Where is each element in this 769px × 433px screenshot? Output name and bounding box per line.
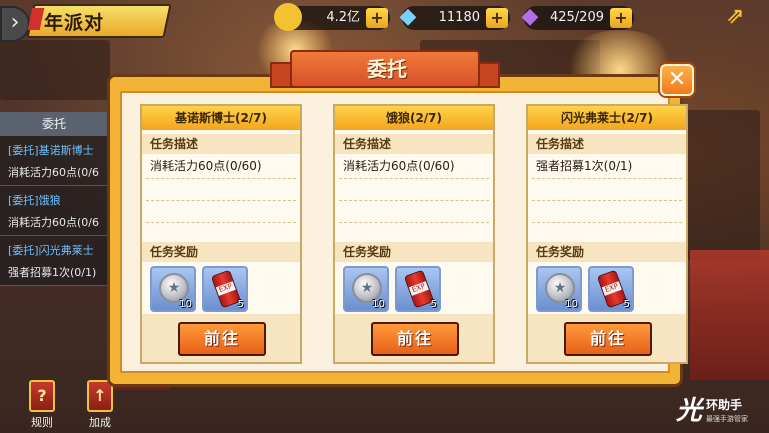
- left-task-progress: 消耗活力60点(0/6: [8, 166, 99, 179]
- reward-energy-can[interactable]: EXP 5: [395, 266, 441, 312]
- watermark-sub: 最强手游管家: [706, 415, 748, 423]
- dialog-title-ribbon: 委托: [290, 50, 480, 88]
- bonus-button[interactable]: ↑ 加成: [80, 380, 120, 429]
- divider: [532, 178, 682, 179]
- task-desc-text: 强者招募1次(0/1): [536, 159, 633, 173]
- task-desc-label: 任务描述: [528, 134, 686, 154]
- reward-qty: 10: [372, 299, 385, 310]
- diamond-value: 11180: [438, 10, 480, 25]
- commission-card: 闪光弗莱士(2/7) 任务描述 强者招募1次(0/1) 任务奖励 ★ 10 EX…: [526, 104, 688, 364]
- reward-qty: 10: [565, 299, 578, 310]
- add-gold-button[interactable]: +: [366, 8, 388, 28]
- left-task-item[interactable]: [委托]基诺斯博士 消耗活力60点(0/6: [0, 136, 108, 186]
- task-desc-text: 消耗活力60点(0/60): [150, 159, 262, 173]
- left-task-item[interactable]: [委托]饿狼 消耗活力60点(0/6: [0, 186, 108, 236]
- gold-value: 4.2亿: [326, 10, 360, 25]
- currency-crystal: ◆ 425/209 +: [522, 4, 634, 30]
- go-button[interactable]: 前往: [371, 322, 459, 356]
- left-task-progress: 强者招募1次(0/1): [8, 266, 97, 279]
- reward-qty: 10: [179, 299, 192, 310]
- go-button[interactable]: 前往: [178, 322, 266, 356]
- left-task-title: [委托]闪光弗莱士: [8, 244, 94, 257]
- left-panel-header: 委托: [0, 112, 108, 136]
- reward-silver-coin[interactable]: ★ 10: [150, 266, 196, 312]
- divider: [146, 178, 296, 179]
- reward-qty: 5: [623, 299, 630, 310]
- watermark-text: 环助手: [706, 398, 743, 412]
- left-task-item[interactable]: [委托]闪光弗莱士 强者招募1次(0/1): [0, 236, 108, 286]
- gold-coin-icon: [274, 3, 302, 31]
- reward-silver-coin[interactable]: ★ 10: [536, 266, 582, 312]
- left-task-progress: 消耗活力60点(0/6: [8, 216, 99, 229]
- card-character-name: 饿狼(2/7): [335, 106, 493, 130]
- currency-gold: 4.2亿 +: [274, 3, 390, 31]
- left-task-panel: 委托 [委托]基诺斯博士 消耗活力60点(0/6 [委托]饿狼 消耗活力60点(…: [0, 112, 108, 286]
- card-character-name: 基诺斯博士(2/7): [142, 106, 300, 130]
- divider: [532, 200, 682, 201]
- task-desc-label: 任务描述: [335, 134, 493, 154]
- reward-qty: 5: [237, 299, 244, 310]
- reward-energy-can[interactable]: EXP 5: [588, 266, 634, 312]
- card-character-name: 闪光弗莱士(2/7): [528, 106, 686, 130]
- task-desc-text: 消耗活力60点(0/60): [343, 159, 455, 173]
- task-reward-label: 任务奖励: [335, 242, 493, 262]
- left-task-title: [委托]基诺斯博士: [8, 144, 94, 157]
- divider: [146, 200, 296, 201]
- go-button[interactable]: 前往: [564, 322, 652, 356]
- reward-qty: 5: [430, 299, 437, 310]
- reward-silver-coin[interactable]: ★ 10: [343, 266, 389, 312]
- divider: [532, 222, 682, 223]
- divider: [339, 178, 489, 179]
- purple-crystal-icon: ◆: [521, 4, 539, 29]
- home-arrow-icon[interactable]: ⇗: [726, 6, 766, 28]
- dialog-title: 委托: [367, 57, 407, 81]
- watermark-main: 光: [676, 396, 703, 426]
- commission-card: 基诺斯博士(2/7) 任务描述 消耗活力60点(0/60) 任务奖励 ★ 10 …: [140, 104, 302, 364]
- banner-title: 年派对: [44, 12, 105, 34]
- blue-diamond-icon: ◆: [399, 4, 417, 29]
- close-button[interactable]: ✕: [660, 64, 694, 96]
- add-diamond-button[interactable]: +: [486, 8, 508, 28]
- add-crystal-button[interactable]: +: [610, 8, 632, 28]
- divider: [339, 200, 489, 201]
- watermark-logo: 光 环助手 最强手游管家: [676, 390, 766, 430]
- left-task-title: [委托]饿狼: [8, 194, 61, 207]
- task-reward-label: 任务奖励: [142, 242, 300, 262]
- task-reward-label: 任务奖励: [528, 242, 686, 262]
- rules-label: 规则: [31, 416, 53, 429]
- divider: [146, 222, 296, 223]
- task-desc-label: 任务描述: [142, 134, 300, 154]
- rules-button[interactable]: ? 规则: [22, 380, 62, 429]
- bonus-label: 加成: [89, 416, 111, 429]
- crystal-value: 425/209: [549, 10, 604, 25]
- divider: [339, 222, 489, 223]
- commission-card: 饿狼(2/7) 任务描述 消耗活力60点(0/60) 任务奖励 ★ 10 EXP…: [333, 104, 495, 364]
- reward-energy-can[interactable]: EXP 5: [202, 266, 248, 312]
- rules-icon: ?: [29, 380, 55, 412]
- currency-diamond: ◆ 11180 +: [400, 4, 510, 30]
